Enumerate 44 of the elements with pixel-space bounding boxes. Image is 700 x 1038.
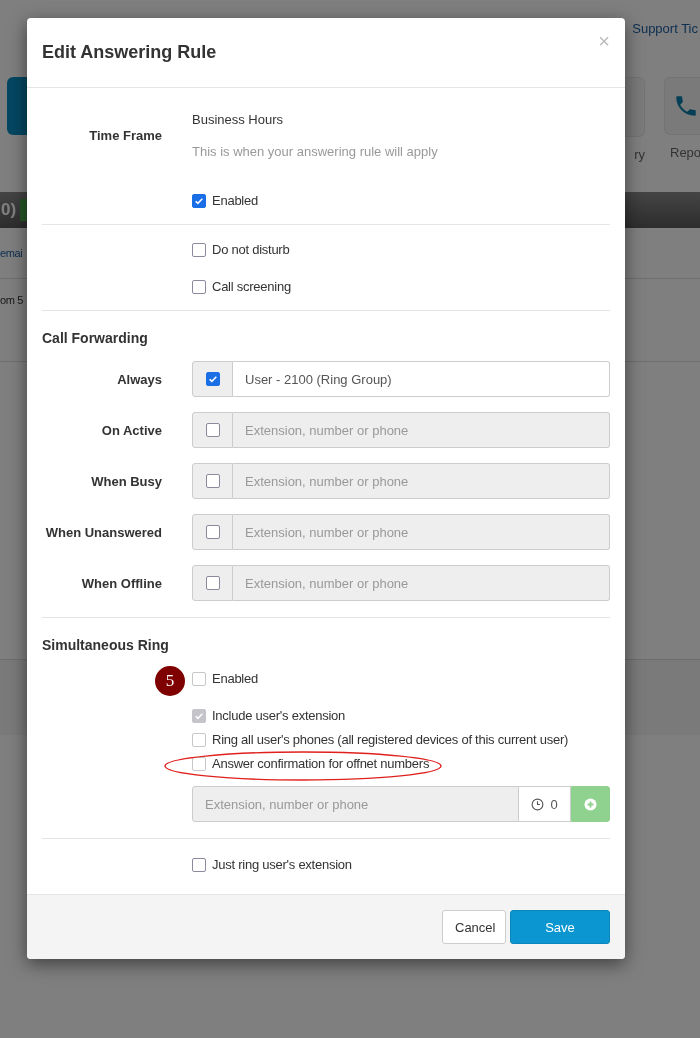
field-label: When Offline bbox=[80, 575, 162, 591]
checkbox[interactable] bbox=[205, 372, 220, 386]
checkbox-label: Ring all user's phones (all registered devices of this current user) bbox=[212, 732, 569, 747]
forward-target-field[interactable]: User - 2100 (Ring Group) bbox=[233, 361, 610, 397]
checkbox[interactable] bbox=[192, 242, 206, 257]
add-button[interactable] bbox=[571, 786, 610, 822]
tile-label: Repo bbox=[670, 145, 700, 160]
row-text: om 5 bbox=[0, 294, 23, 306]
email-link[interactable]: emai bbox=[0, 247, 23, 259]
support-link[interactable]: Support Tic bbox=[632, 21, 698, 36]
checkbox-label: Enabled bbox=[212, 193, 258, 208]
cancel-button[interactable]: Cancel bbox=[442, 910, 506, 944]
step-badge: 5 bbox=[155, 666, 185, 696]
app-tile[interactable] bbox=[7, 77, 27, 135]
checkbox-label: Do not disturb bbox=[212, 242, 290, 257]
dialog-title: Edit Answering Rule bbox=[42, 42, 217, 63]
checkbox[interactable] bbox=[192, 671, 206, 686]
help-text: This is when your answering rule will apply bbox=[192, 144, 438, 159]
field-label: When Busy bbox=[90, 473, 162, 489]
plus-circle-icon bbox=[584, 797, 597, 811]
app-tile[interactable] bbox=[664, 77, 700, 135]
checkbox-label: Enabled bbox=[212, 671, 258, 686]
checkbox[interactable] bbox=[192, 857, 206, 872]
checkbox-label: Include user's extension bbox=[212, 708, 346, 723]
tile-label: ry bbox=[634, 147, 645, 162]
field-label: Always bbox=[116, 371, 162, 387]
checkbox-label: Just ring user's extension bbox=[212, 857, 352, 872]
field-label: Time Frame bbox=[88, 128, 162, 143]
checkbox[interactable] bbox=[192, 279, 206, 294]
section-title: Call Forwarding bbox=[42, 330, 149, 346]
phone-icon bbox=[673, 93, 699, 119]
field-label: On Active bbox=[100, 422, 162, 438]
checkmark-icon bbox=[207, 374, 218, 384]
section-title: Simultaneous Ring bbox=[42, 637, 170, 653]
checkbox-label: Call screening bbox=[212, 279, 291, 294]
close-button[interactable]: × bbox=[598, 30, 610, 53]
clock-icon bbox=[531, 797, 545, 811]
count-text: 0) bbox=[1, 200, 17, 220]
save-button[interactable]: Save bbox=[510, 910, 610, 944]
time-frame-value: Business Hours bbox=[192, 112, 285, 127]
field-label: When Unanswered bbox=[44, 524, 162, 540]
checkbox-label: Answer confirmation for offnet numbers bbox=[212, 756, 430, 771]
app-tile[interactable] bbox=[624, 77, 645, 137]
checkbox[interactable] bbox=[192, 193, 206, 208]
